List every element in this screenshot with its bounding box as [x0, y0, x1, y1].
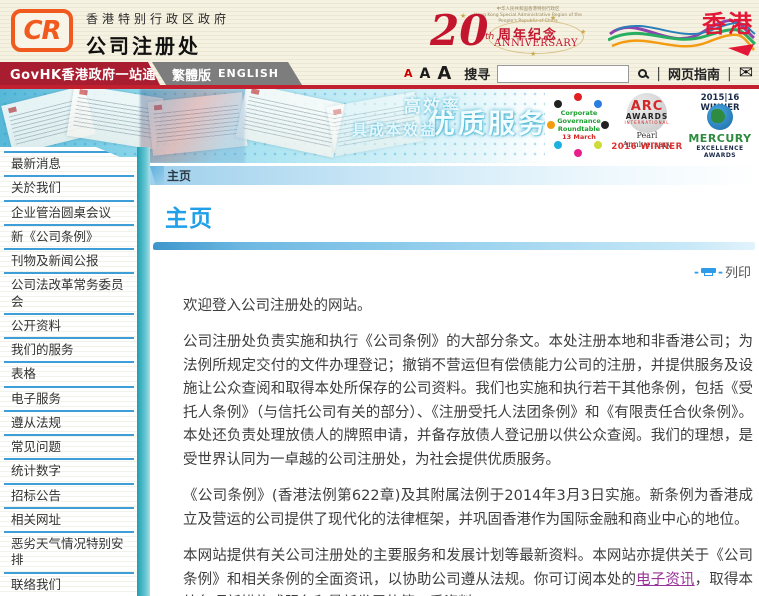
anniversary-20-emblem: 中华人民共和国香港特别行政区 Hong Kong Special Adminis…: [430, 2, 595, 58]
sidebar-item-public-info[interactable]: 公开资料: [4, 312, 134, 337]
article-body: 欢迎登入公司注册处的网站。 公司注册处负责实施和执行《公司条例》的大部分条文。本…: [183, 295, 753, 596]
sidebar-item-publications[interactable]: 刊物及新闻公报: [4, 248, 134, 272]
mercury-globe-icon: [707, 104, 733, 130]
page: CR 香港特别行政区政府 公司注册处 中华人民共和国香港特别行政区 Hong K…: [0, 0, 759, 596]
sidebar-item-law-reform-committee[interactable]: 公司法改革常务委员会: [4, 272, 134, 313]
title-divider-bar: [153, 242, 755, 250]
govhk-link[interactable]: GovHK香港政府一站通: [0, 62, 160, 85]
roundtable-dot: [554, 100, 562, 108]
print-dash: -: [694, 264, 699, 279]
award-roundtable-logo: Corporate Governance Roundtable 13 March: [545, 91, 611, 161]
search-label: 搜寻: [464, 68, 491, 83]
sidebar-menu: 最新消息 关於我们 企业管治圆桌会议 新《公司条例》 刊物及新闻公报 公司法改革…: [0, 151, 137, 596]
header: CR 香港特别行政区政府 公司注册处 中华人民共和国香港特别行政区 Hong K…: [0, 0, 759, 62]
paragraph-duties: 公司注册处负责实施和执行《公司条例》的大部分条文。本处注册本地和非香港公司；为法…: [183, 334, 753, 468]
roundtable-dot: [594, 100, 602, 108]
cr-logo-icon[interactable]: CR: [11, 9, 73, 52]
star-icon: ★: [530, 50, 537, 58]
award-arc-logo: ARC AWARDS INTERNATIONAL Pearl Anniversa…: [611, 91, 683, 161]
cr-logo-text: CR: [23, 15, 61, 46]
mail-icon[interactable]: ✉: [739, 65, 753, 82]
banner-slogan-quality: 优质服务: [428, 109, 548, 140]
award-mercury-logo: 2015|16 WINNER MERCURY EXCELLENCE AWARDS: [688, 93, 752, 159]
e-newsletter-link[interactable]: 电子资讯: [636, 572, 694, 588]
sidebar-item-forms[interactable]: 表格: [4, 361, 134, 385]
paragraph-ordinance: 《公司条例》(香港法例第622章)及其附属法例于2014年3月3日实施。新条例为…: [183, 488, 753, 528]
sidebar-item-about-us[interactable]: 关於我们: [4, 175, 134, 199]
print-icon: [701, 267, 716, 276]
print-label: 列印: [724, 266, 751, 281]
sidebar-item-tenders[interactable]: 招标公告: [4, 482, 134, 507]
breadcrumb-home[interactable]: 主页: [150, 167, 191, 184]
nav-tools: A A A 搜寻 | 网页指南 | ✉: [404, 62, 753, 85]
award-roundtable-text: Corporate Governance Roundtable 13 March: [557, 109, 601, 142]
star-icon: ★: [550, 14, 557, 22]
department-title: 香港特别行政区政府 公司注册处: [86, 10, 230, 59]
site-guide-link[interactable]: 网页指南: [668, 64, 720, 83]
roundtable-dot: [594, 141, 602, 149]
sidebar-item-compliance[interactable]: 遵从法规: [4, 409, 134, 434]
main-content: 主页 主页 - - 列印 欢迎登入公司注册处的网站。 公司注册处负责实施和执行《…: [150, 163, 759, 596]
star-icon: ★: [460, 12, 467, 20]
print-dash: -: [718, 264, 723, 279]
banner-slogan-cost: 具成本效益: [352, 121, 438, 139]
font-size-small-button[interactable]: A: [404, 67, 413, 80]
roundtable-dot: [554, 141, 562, 149]
english-link[interactable]: ENGLISH: [218, 67, 279, 80]
top-navbar: 繁體版 ENGLISH GovHK香港政府一站通 A A A 搜寻 | 网页指南…: [0, 62, 759, 85]
search-icon[interactable]: [638, 69, 648, 78]
sidebar-item-new-ordinance[interactable]: 新《公司条例》: [4, 223, 134, 248]
divider: |: [656, 65, 662, 82]
sidebar-item-related-links[interactable]: 相关网址: [4, 506, 134, 531]
roundtable-dot: [574, 149, 582, 157]
roundtable-dot: [574, 93, 582, 101]
breadcrumb: 主页: [150, 166, 759, 185]
sidebar: 最新消息 关於我们 企业管治圆桌会议 新《公司条例》 刊物及新闻公报 公司法改革…: [0, 147, 137, 596]
sidebar-item-contact-us[interactable]: 联络我们: [4, 571, 134, 596]
paragraph-website-info: 本网站提供有关公司注册处的主要服务和发展计划等最新资料。本网站亦提供关于《公司条…: [183, 548, 754, 596]
font-size-medium-button[interactable]: A: [420, 66, 431, 82]
font-size-large-button[interactable]: A: [437, 63, 451, 84]
teal-divider-strip: [137, 147, 150, 596]
page-title: 主页: [165, 206, 213, 232]
sidebar-item-bad-weather[interactable]: 恶劣天气情况特别安排: [4, 531, 134, 572]
brand-hongkong: 香港: [607, 4, 757, 60]
search-input[interactable]: [497, 64, 630, 83]
star-icon: ★: [580, 28, 587, 36]
brand-hk-text: 香港: [702, 10, 754, 38]
anniversary-label-en: ANNIVERSARY: [494, 38, 579, 49]
sidebar-item-roundtable[interactable]: 企业管治圆桌会议: [4, 199, 134, 224]
office-photo: [140, 89, 245, 163]
sidebar-item-faq[interactable]: 常见问题: [4, 434, 134, 458]
traditional-chinese-link[interactable]: 繁體版: [172, 65, 211, 84]
sidebar-item-statistics[interactable]: 统计数字: [4, 458, 134, 482]
paragraph-welcome: 欢迎登入公司注册处的网站。: [183, 298, 372, 314]
sidebar-item-e-services[interactable]: 电子服务: [4, 385, 134, 410]
department-name: 公司注册处: [86, 34, 201, 58]
sidebar-item-our-services[interactable]: 我们的服务: [4, 337, 134, 361]
print-link[interactable]: - - 列印: [150, 262, 751, 282]
hero-banner: 高效率 优质服务 具成本效益 Corporate Governance Roun…: [0, 89, 759, 163]
divider: |: [727, 65, 732, 82]
government-name: 香港特别行政区政府: [86, 12, 231, 26]
awards-panel: Corporate Governance Roundtable 13 March…: [545, 89, 759, 163]
anniversary-th: th: [485, 32, 495, 42]
